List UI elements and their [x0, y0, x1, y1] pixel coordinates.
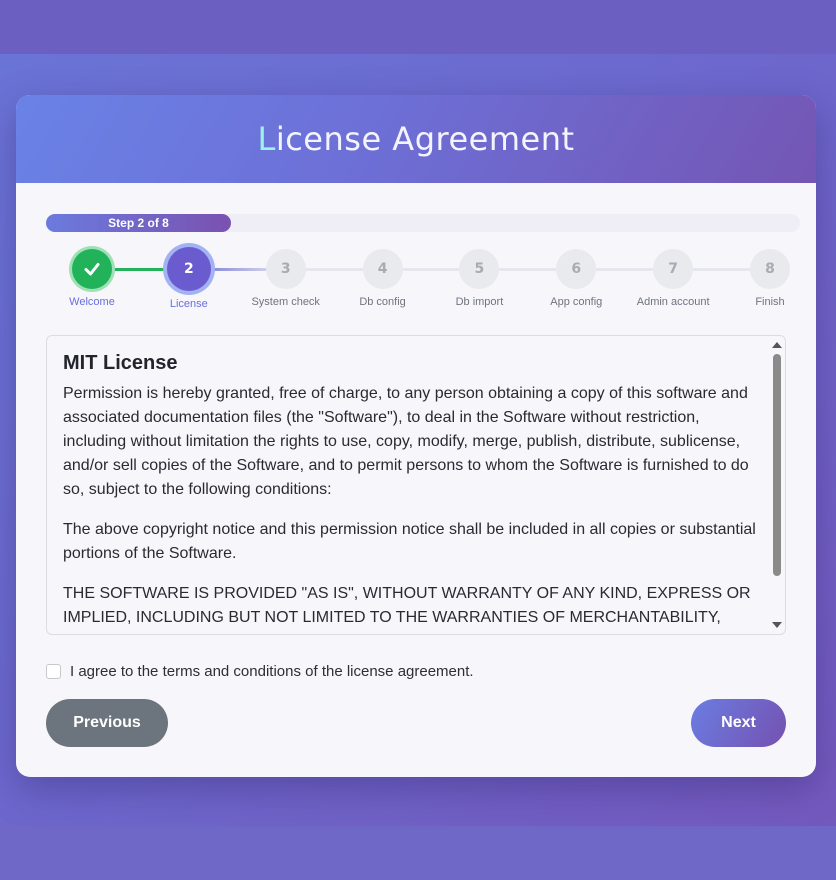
license-content: MIT License Permission is hereby granted… [63, 352, 759, 634]
step-label: Finish [755, 296, 785, 308]
step-label: Welcome [69, 296, 115, 308]
step-label: System check [251, 296, 320, 308]
step-2: 2 License [144, 245, 234, 310]
background-top-band [0, 0, 836, 54]
card-header: License Agreement [16, 95, 816, 183]
check-icon [72, 249, 112, 289]
scroll-thumb[interactable] [773, 354, 781, 576]
step-4: 4 Db config [338, 245, 428, 308]
stepper: Welcome 2 License 3 System check 4 Db config 5 D… [46, 245, 800, 315]
license-text-box[interactable]: MIT License Permission is hereby granted… [46, 335, 786, 635]
progress-label: Step 2 of 8 [108, 216, 169, 230]
step-number: 7 [653, 249, 694, 289]
background-bottom-band [0, 826, 836, 880]
installer-card: License Agreement Step 2 of 8 Welcome 2 Li… [16, 95, 816, 777]
step-number: 5 [459, 249, 500, 289]
page-title: License Agreement [257, 120, 575, 158]
step-6: 6 App config [531, 245, 621, 308]
agree-label[interactable]: I agree to the terms and conditions of t… [70, 663, 474, 680]
step-7: 7 Admin account [628, 245, 718, 308]
step-number: 8 [750, 249, 790, 289]
step-label: Admin account [636, 296, 710, 308]
step-label: License [169, 298, 208, 310]
step-number: 3 [265, 249, 306, 289]
next-button[interactable]: Next [691, 699, 786, 747]
license-paragraph: The above copyright notice and this perm… [63, 521, 756, 562]
scroll-up-arrow-icon[interactable] [772, 342, 782, 348]
step-label: Db import [455, 296, 504, 308]
scroll-down-arrow-icon[interactable] [772, 622, 782, 628]
step-8: 8 Finish [725, 245, 815, 308]
license-heading: MIT License [63, 352, 178, 374]
progress-bar: Step 2 of 8 [46, 213, 800, 233]
step-number: 4 [362, 249, 403, 289]
agree-checkbox[interactable] [46, 663, 61, 679]
step-number: 6 [556, 249, 597, 289]
license-paragraph: Permission is hereby granted, free of ch… [63, 385, 749, 498]
license-paragraph: THE SOFTWARE IS PROVIDED "AS IS", WITHOU… [63, 585, 751, 634]
step-1: Welcome [47, 245, 137, 308]
step-label: App config [550, 296, 603, 308]
previous-button[interactable]: Previous [46, 699, 168, 747]
step-label: Db config [359, 296, 406, 308]
step-3: 3 System check [241, 245, 331, 308]
step-number: 2 [166, 247, 211, 291]
license-scrollbar[interactable] [769, 336, 785, 634]
step-5: 5 Db import [434, 245, 524, 308]
agree-row: I agree to the terms and conditions of t… [46, 662, 474, 680]
